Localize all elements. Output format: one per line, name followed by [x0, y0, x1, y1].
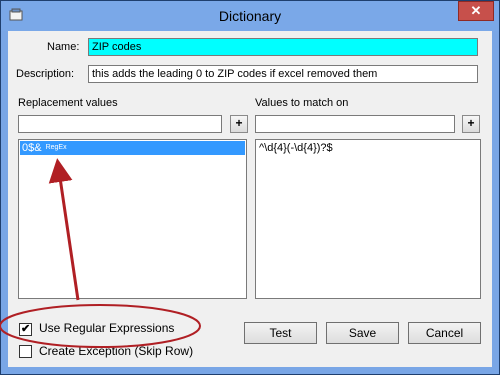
test-button[interactable]: Test [244, 322, 317, 344]
cancel-button[interactable]: Cancel [408, 322, 481, 344]
title-bar[interactable]: Dictionary ✕ [1, 1, 499, 31]
add-replacement-button[interactable]: + [230, 115, 248, 133]
description-label: Description: [16, 68, 75, 80]
match-values-header: Values to match on [255, 97, 349, 109]
description-field[interactable]: this adds the leading 0 to ZIP codes if … [88, 65, 478, 83]
close-button[interactable]: ✕ [458, 1, 494, 21]
create-exception-checkbox[interactable] [19, 345, 32, 358]
list-item[interactable]: 0$& RegEx [20, 141, 245, 155]
dictionary-window: Dictionary ✕ Name: ZIP codes Description… [0, 0, 500, 375]
use-regex-checkbox[interactable]: ✔ [19, 323, 32, 336]
window-title: Dictionary [218, 8, 282, 24]
name-field[interactable]: ZIP codes [88, 38, 478, 56]
match-value: ^\d{4}(-\d{4})?$ [259, 142, 333, 154]
create-exception-label: Create Exception (Skip Row) [39, 344, 194, 358]
replacement-value: 0$& [22, 142, 42, 154]
replacement-values-list[interactable]: 0$& RegEx [18, 139, 247, 299]
use-regex-label: Use Regular Expressions [39, 321, 175, 335]
check-icon: ✔ [21, 323, 31, 335]
match-input[interactable] [255, 115, 455, 133]
save-button[interactable]: Save [326, 322, 399, 344]
match-values-list[interactable]: ^\d{4}(-\d{4})?$ [255, 139, 481, 299]
name-label: Name: [47, 41, 80, 53]
dialog-body: Name: ZIP codes Description: this adds t… [8, 31, 492, 367]
replacement-values-header: Replacement values [18, 97, 118, 109]
close-icon: ✕ [470, 3, 482, 18]
add-match-button[interactable]: + [462, 115, 480, 133]
regex-tag: RegEx [45, 144, 67, 151]
replacement-input[interactable] [18, 115, 222, 133]
